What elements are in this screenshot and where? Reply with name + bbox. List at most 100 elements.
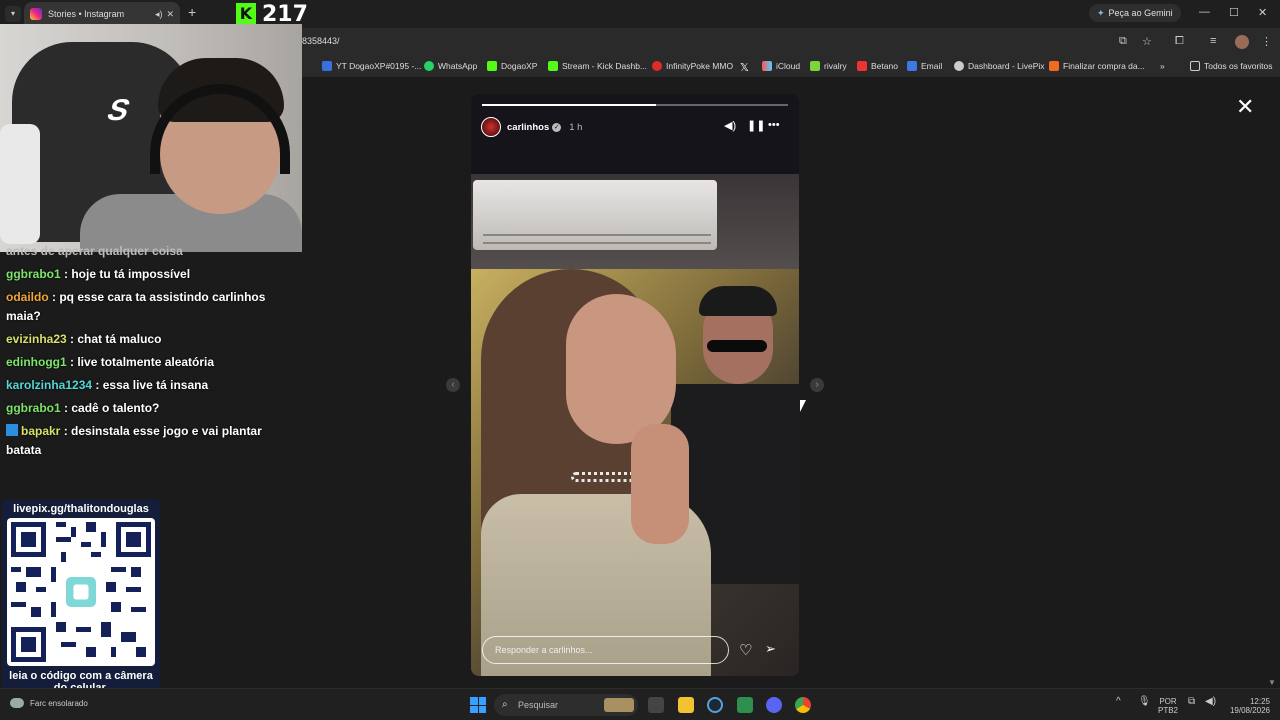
whatsapp-icon [424,61,434,71]
sunglasses [707,340,767,352]
more-options-icon[interactable]: ••• [768,119,780,131]
email-icon [907,61,917,71]
x-icon: 𝕏 [740,62,749,74]
viewer-count: 217 [262,1,308,27]
mute-tab-icon[interactable]: ◂) [155,9,163,20]
screen: ▾ Stories • Instagram ◂) ✕ + ✦ Peça ao G… [0,0,1280,720]
task-view-icon[interactable] [648,697,664,713]
windows-taskbar: Farc ensolarado ⌕ Pesquisar ^ 🎙 POR PTB2 … [0,688,1280,720]
all-bookmarks-button[interactable]: Todos os favoritos [1190,61,1273,71]
scroll-down-icon[interactable]: ▼ [1268,678,1276,687]
betano-icon [857,61,867,71]
chat-cut-line: antes de aperar qualquer coisa [6,244,183,258]
bookmark-item[interactable]: WhatsApp [424,61,477,71]
woman-face [566,294,676,444]
bookmark-item[interactable]: Stream - Kick Dashb... [548,61,647,71]
url-text[interactable]: 8358443/ [302,36,340,46]
verified-icon: ✓ [552,122,562,132]
bookmark-item-x[interactable]: 𝕏 [740,61,749,74]
gemini-icon: ✦ [1097,7,1105,18]
mouse-cursor [800,400,812,412]
new-tab-button[interactable]: + [188,4,196,20]
chat-message: odaildo : pq esse cara ta assistindo car… [6,290,266,323]
chat-message: bapakr : desinstala esse jogo e vai plan… [6,424,262,457]
start-button[interactable] [470,697,486,713]
next-story-button[interactable]: › [810,378,824,392]
pokeball-icon [652,61,662,71]
bookmark-item[interactable]: rivalry [810,61,847,71]
story-progress-fill [482,104,657,106]
bookmark-item[interactable]: YT DogaoXP#0195 -... [322,61,421,71]
close-icon[interactable]: ✕ [1236,94,1254,120]
tray-overflow-icon[interactable]: ^ [1116,697,1121,707]
rivalry-icon [810,61,820,71]
instagram-icon [30,8,42,20]
volume-icon[interactable]: ◀) [1205,697,1216,707]
close-window-button[interactable]: ✕ [1258,6,1267,19]
shop-icon [1049,61,1059,71]
send-icon[interactable]: ➢ [765,641,776,657]
more-menu-icon[interactable]: ⋮ [1261,35,1272,48]
tab-close-button[interactable]: ✕ [166,9,174,20]
story-viewer[interactable]: carlinhos ✓ 1 h ◀) ❚❚ ••• Responder a ca… [471,94,799,676]
file-explorer-icon[interactable] [678,697,694,713]
heart-icon[interactable]: ♡ [739,641,752,659]
qr-code-icon [11,522,151,662]
gemini-button[interactable]: ✦ Peça ao Gemini [1089,4,1181,22]
chrome-icon[interactable] [795,697,811,713]
search-highlight-icon [604,698,634,712]
youtube-icon [322,61,332,71]
bookmark-item[interactable]: Dashboard - LivePix [954,61,1045,71]
story-avatar[interactable] [481,117,501,137]
qr-code [7,518,155,666]
tab-stories-instagram[interactable]: Stories • Instagram ◂) ✕ [24,2,180,26]
minimize-button[interactable]: — [1199,6,1210,18]
clock[interactable]: 12:25 19/08/2026 [1226,697,1270,715]
taskbar-search[interactable]: ⌕ Pesquisar [494,694,638,716]
chat-message: edinhogg1 : live totalmente aleatória [6,355,215,369]
gemini-label: Peça ao Gemini [1108,8,1173,18]
story-username[interactable]: carlinhos [507,122,549,133]
reading-list-icon[interactable]: ≡ [1210,35,1216,47]
extensions-icon[interactable]: ⧠ [1175,35,1184,48]
livepix-url: livepix.gg/thalitondouglas [13,503,149,515]
bookmark-star-icon[interactable]: ☆ [1142,35,1152,48]
install-app-icon[interactable]: ⧉ [1119,35,1127,48]
search-icon: ⌕ [502,699,508,710]
story-progress-bar [482,104,788,106]
chat-message: ggbrabo1 : hoje tu tá impossível [6,267,191,281]
profile-avatar[interactable] [1235,35,1249,49]
discord-icon[interactable] [766,697,782,713]
bookmark-item[interactable]: InfinityPoke MMO [652,61,733,71]
network-icon[interactable]: ⧉ [1188,697,1195,707]
bookmark-item[interactable]: Betano [857,61,898,71]
weather-widget[interactable]: Farc ensolarado [10,698,88,708]
tab-search-icon[interactable]: ▾ [5,6,21,22]
kick-logo-icon: K [236,3,256,25]
kick-icon [487,61,497,71]
language-indicator[interactable]: POR PTB2 [1158,697,1178,715]
app-icon[interactable] [737,697,753,713]
raised-hand [631,424,689,544]
kick-icon [548,61,558,71]
previous-story-button[interactable]: ‹ [446,378,460,392]
icloud-icon [762,61,772,71]
kick-badge-icon [6,424,18,436]
bookmark-item[interactable]: Email [907,61,942,71]
steam-icon[interactable] [707,697,723,713]
mute-icon[interactable]: ◀) [724,119,736,132]
reply-input[interactable]: Responder a carlinhos... [482,636,729,664]
livepix-icon [954,61,964,71]
bookmark-item[interactable]: DogaoXP [487,61,537,71]
chat-message: ggbrabo1 : cadê o talento? [6,401,160,415]
folder-icon [1190,61,1200,71]
bookmark-item[interactable]: Finalizar compra da... [1049,61,1145,71]
weather-icon [10,698,24,708]
chat-message: evizinha23 : chat tá maluco [6,332,162,346]
livepix-qr-card: livepix.gg/thalitondouglas leia o código… [2,500,160,700]
bookmark-item[interactable]: iCloud [762,61,800,71]
pause-icon[interactable]: ❚❚ [747,119,765,132]
microphone-icon[interactable]: 🎙 [1138,697,1151,707]
bookmarks-more-button[interactable]: » [1160,61,1165,71]
maximize-button[interactable]: ☐ [1229,6,1239,19]
